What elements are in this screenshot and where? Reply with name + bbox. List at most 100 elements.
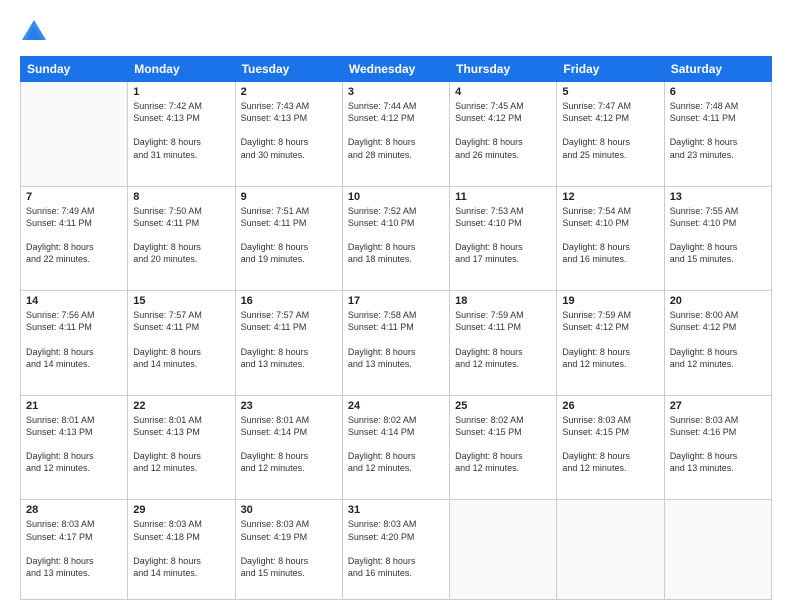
cell-info: Sunrise: 7:56 AMSunset: 4:11 PMDaylight:…: [26, 309, 122, 370]
daylight-line2: and 16 minutes.: [348, 568, 412, 578]
cell-info: Sunrise: 7:50 AMSunset: 4:11 PMDaylight:…: [133, 205, 229, 266]
page: SundayMondayTuesdayWednesdayThursdayFrid…: [0, 0, 792, 612]
day-number: 11: [455, 191, 551, 203]
sunrise-text: Sunrise: 8:01 AM: [133, 415, 202, 425]
daylight-line1: Daylight: 8 hours: [241, 556, 309, 566]
daylight-line2: and 12 minutes.: [241, 463, 305, 473]
day-number: 9: [241, 191, 337, 203]
sunrise-text: Sunrise: 8:01 AM: [241, 415, 310, 425]
daylight-line1: Daylight: 8 hours: [241, 451, 309, 461]
daylight-line2: and 13 minutes.: [670, 463, 734, 473]
daylight-line2: and 13 minutes.: [348, 359, 412, 369]
cell-info: Sunrise: 8:00 AMSunset: 4:12 PMDaylight:…: [670, 309, 766, 370]
cell-info: Sunrise: 7:48 AMSunset: 4:11 PMDaylight:…: [670, 100, 766, 161]
calendar-cell: 18Sunrise: 7:59 AMSunset: 4:11 PMDayligh…: [450, 291, 557, 396]
daylight-line1: Daylight: 8 hours: [455, 451, 523, 461]
cell-info: Sunrise: 7:55 AMSunset: 4:10 PMDaylight:…: [670, 205, 766, 266]
cell-info: Sunrise: 7:58 AMSunset: 4:11 PMDaylight:…: [348, 309, 444, 370]
daylight-line2: and 31 minutes.: [133, 150, 197, 160]
sunrise-text: Sunrise: 7:53 AM: [455, 206, 524, 216]
sunrise-text: Sunrise: 7:57 AM: [241, 310, 310, 320]
sunrise-text: Sunrise: 8:03 AM: [241, 519, 310, 529]
sunset-text: Sunset: 4:13 PM: [241, 113, 308, 123]
sunset-text: Sunset: 4:14 PM: [348, 427, 415, 437]
daylight-line2: and 15 minutes.: [670, 254, 734, 264]
calendar-cell: 26Sunrise: 8:03 AMSunset: 4:15 PMDayligh…: [557, 395, 664, 500]
sunrise-text: Sunrise: 8:00 AM: [670, 310, 739, 320]
daylight-line2: and 13 minutes.: [241, 359, 305, 369]
calendar-cell: 27Sunrise: 8:03 AMSunset: 4:16 PMDayligh…: [664, 395, 771, 500]
cell-info: Sunrise: 7:51 AMSunset: 4:11 PMDaylight:…: [241, 205, 337, 266]
calendar-cell: 8 Sunrise: 7:50 AMSunset: 4:11 PMDaylight…: [128, 186, 235, 291]
day-number: 6: [670, 86, 766, 98]
day-number: 16: [241, 295, 337, 307]
calendar-cell: 5Sunrise: 7:47 AMSunset: 4:12 PMDaylight…: [557, 82, 664, 187]
day-number: 28: [26, 504, 122, 516]
day-number: 8: [133, 191, 229, 203]
sunset-text: Sunset: 4:10 PM: [670, 218, 737, 228]
daylight-line1: Daylight: 8 hours: [133, 451, 201, 461]
daylight-line2: and 28 minutes.: [348, 150, 412, 160]
cell-info: Sunrise: 8:03 AMSunset: 4:15 PMDaylight:…: [562, 414, 658, 475]
sunrise-text: Sunrise: 7:50 AM: [133, 206, 202, 216]
cell-info: Sunrise: 7:42 AMSunset: 4:13 PMDaylight:…: [133, 100, 229, 161]
sunrise-text: Sunrise: 7:45 AM: [455, 101, 524, 111]
day-number: 24: [348, 400, 444, 412]
daylight-line2: and 26 minutes.: [455, 150, 519, 160]
daylight-line1: Daylight: 8 hours: [562, 347, 630, 357]
daylight-line1: Daylight: 8 hours: [133, 242, 201, 252]
calendar-cell: [664, 500, 771, 600]
day-number: 14: [26, 295, 122, 307]
day-number: 3: [348, 86, 444, 98]
daylight-line1: Daylight: 8 hours: [348, 137, 416, 147]
calendar-cell: 17Sunrise: 7:58 AMSunset: 4:11 PMDayligh…: [342, 291, 449, 396]
logo: [20, 18, 52, 46]
calendar-cell: [450, 500, 557, 600]
calendar-cell: 4Sunrise: 7:45 AMSunset: 4:12 PMDaylight…: [450, 82, 557, 187]
sunset-text: Sunset: 4:13 PM: [26, 427, 93, 437]
sunrise-text: Sunrise: 7:59 AM: [562, 310, 631, 320]
cell-info: Sunrise: 7:53 AM Sunset: 4:10 PM Daylight:…: [455, 205, 551, 266]
daylight-line1: Daylight: 8 hours: [455, 347, 523, 357]
daylight-line1: Daylight: 8 hours: [241, 347, 309, 357]
sunrise-text: Sunrise: 8:02 AM: [455, 415, 524, 425]
sunset-text: Sunset: 4:14 PM: [241, 427, 308, 437]
sunset-text: Sunset: 4:11 PM: [133, 322, 199, 332]
calendar-cell: [21, 82, 128, 187]
calendar-cell: 20Sunrise: 8:00 AMSunset: 4:12 PMDayligh…: [664, 291, 771, 396]
sunrise-text: Sunrise: 7:49 AM: [26, 206, 95, 216]
day-number: 7: [26, 191, 122, 203]
sunset-text: Sunset: 4:10 PM: [455, 218, 522, 228]
header-tuesday: Tuesday: [235, 57, 342, 82]
daylight-line2: and 12 minutes.: [562, 359, 626, 369]
sunset-text: Sunset: 4:11 PM: [670, 113, 736, 123]
calendar-cell: 10Sunrise: 7:52 AMSunset: 4:10 PMDayligh…: [342, 186, 449, 291]
header-friday: Friday: [557, 57, 664, 82]
day-number: 25: [455, 400, 551, 412]
sunset-text: Sunset: 4:11 PM: [241, 218, 307, 228]
sunset-text: Sunset: 4:16 PM: [670, 427, 737, 437]
sunset-text: Sunset: 4:10 PM: [562, 218, 629, 228]
header-thursday: Thursday: [450, 57, 557, 82]
daylight-line1: Daylight: 8 hours: [562, 242, 630, 252]
cell-info: Sunrise: 7:59 AMSunset: 4:12 PMDaylight:…: [562, 309, 658, 370]
daylight-line1: Daylight: 8 hours: [455, 242, 523, 252]
sunset-text: Sunset: 4:15 PM: [562, 427, 629, 437]
day-number: 30: [241, 504, 337, 516]
daylight-line2: and 12 minutes.: [670, 359, 734, 369]
cell-info: Sunrise: 7:43 AMSunset: 4:13 PMDaylight:…: [241, 100, 337, 161]
calendar-cell: 15Sunrise: 7:57 AMSunset: 4:11 PMDayligh…: [128, 291, 235, 396]
sunrise-text: Sunrise: 7:44 AM: [348, 101, 417, 111]
sunset-text: Sunset: 4:11 PM: [455, 322, 521, 332]
sunset-text: Sunset: 4:11 PM: [348, 322, 414, 332]
calendar-cell: [557, 500, 664, 600]
calendar-cell: 16Sunrise: 7:57 AMSunset: 4:11 PMDayligh…: [235, 291, 342, 396]
daylight-line1: Daylight: 8 hours: [670, 451, 738, 461]
daylight-line1: Daylight: 8 hours: [26, 242, 94, 252]
cell-info: Sunrise: 7:49 AMSunset: 4:11 PMDaylight:…: [26, 205, 122, 266]
daylight-line2: and 14 minutes.: [26, 359, 90, 369]
day-number: 10: [348, 191, 444, 203]
sunset-text: Sunset: 4:12 PM: [455, 113, 522, 123]
daylight-line2: and 12 minutes.: [455, 359, 519, 369]
sunrise-text: Sunrise: 8:03 AM: [562, 415, 631, 425]
